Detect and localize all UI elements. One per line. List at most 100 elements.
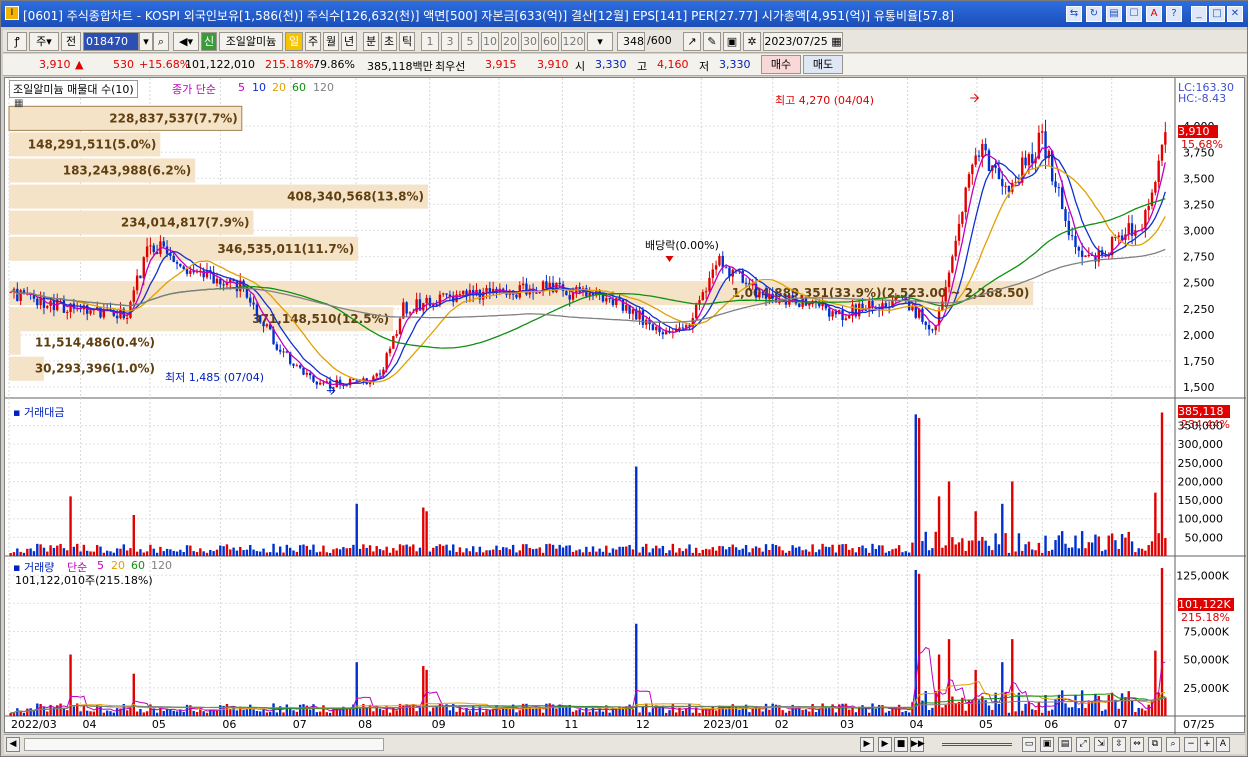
search-zoom-icon[interactable]: ⌕	[1166, 737, 1180, 752]
sell-button[interactable]: 매도	[803, 55, 843, 74]
candle-body	[694, 304, 698, 319]
zoom-in-icon[interactable]: +	[1200, 737, 1214, 752]
period-tick[interactable]: 틱	[399, 32, 415, 51]
period-year[interactable]: 년	[341, 32, 357, 51]
settings-icon[interactable]: ✲	[743, 32, 761, 51]
interval-10[interactable]: 10	[481, 32, 499, 51]
scroll-thumb[interactable]	[24, 738, 384, 751]
chart-canvas[interactable]: 2022/03 04 05 06 07 08 09 10 11 12 2023/01 02 03 04 05…	[5, 78, 1246, 734]
mode-select[interactable]: 주▾	[29, 32, 59, 51]
search-icon[interactable]: ⌕	[153, 32, 169, 51]
period-week[interactable]: 주	[305, 32, 321, 51]
candle-body	[485, 288, 488, 292]
interval-dropdown[interactable]: ▾	[587, 32, 613, 51]
quote-bar: 3,910 ▲ 530 +15.68% 101,122,010 215.18% …	[3, 54, 1247, 76]
amount-bar	[884, 552, 888, 556]
open-price: 3,330	[595, 58, 627, 71]
alert-icon[interactable]: A	[1146, 6, 1162, 22]
volume-bar	[22, 712, 26, 716]
help-icon[interactable]: ?	[1166, 6, 1182, 22]
grid-icon[interactable]: ▦	[14, 98, 23, 109]
speed-slider[interactable]	[942, 743, 1012, 746]
amount-bar	[977, 540, 981, 556]
interval-5[interactable]: 5	[461, 32, 479, 51]
new-badge[interactable]: 신	[201, 32, 217, 51]
buy-button[interactable]: 매수	[761, 55, 801, 74]
vol-ma-20: 20	[111, 559, 125, 572]
amount-bar	[714, 550, 718, 556]
close-button[interactable]: ✕	[1227, 6, 1243, 22]
scroll-bar[interactable]: ◀ ▶ ▶ ■ ▶▶ ▭ ▣ ▤ ⤢ ⇲ ⇳ ⇔ ⧉ ⌕ − + A	[4, 734, 1245, 754]
volume-bar	[674, 712, 678, 716]
vertical-fit-icon[interactable]: ⇳	[1112, 737, 1126, 752]
speaker-icon[interactable]: ◀▾	[173, 32, 199, 51]
amount-bar	[408, 546, 412, 556]
volume-bar	[368, 704, 372, 716]
amount-bar	[332, 549, 335, 556]
window-icon[interactable]: ☐	[1126, 6, 1142, 22]
chart-area[interactable]: 2022/03 04 05 06 07 08 09 10 11 12 2023/01 02 03 04 05…	[4, 77, 1246, 734]
play-icon[interactable]: ▶	[878, 737, 892, 752]
interval-60[interactable]: 60	[541, 32, 559, 51]
save-icon[interactable]: ▣	[723, 32, 741, 51]
date-input[interactable]: 2023/07/25 ▦	[763, 32, 843, 51]
volume-bar	[821, 703, 824, 716]
volume-bar	[26, 708, 29, 716]
prev-button[interactable]: 전	[61, 32, 81, 51]
volume-bar	[295, 711, 299, 716]
period-day[interactable]: 일	[285, 32, 303, 51]
vol-ma-120: 120	[151, 559, 172, 572]
amount-bar	[1060, 531, 1064, 556]
interval-1[interactable]: 1	[421, 32, 439, 51]
fit-icon[interactable]: ⇲	[1094, 737, 1108, 752]
fast-forward-icon[interactable]: ▶▶	[910, 737, 925, 752]
stock-code-input[interactable]: 018470	[83, 32, 139, 51]
volume-bar	[645, 703, 648, 716]
amount-bar	[355, 503, 358, 556]
amount-bar	[818, 549, 821, 556]
arrow-tool-icon[interactable]: ↗	[683, 32, 701, 51]
code-dropdown-icon[interactable]: ▾	[139, 32, 153, 51]
volume-bar	[412, 704, 415, 716]
stop-icon[interactable]: ■	[894, 737, 908, 752]
zoom-box2-icon[interactable]: ▣	[1040, 737, 1054, 752]
drawing-tool-icon[interactable]: ✎	[703, 32, 721, 51]
window-split-icon[interactable]: ⧉	[1148, 737, 1162, 752]
expand-icon[interactable]: ⤢	[1076, 737, 1090, 752]
candle-body	[961, 212, 964, 224]
font-icon[interactable]: A	[1216, 737, 1230, 752]
amount-ytick: 150,000	[1178, 494, 1224, 507]
zoom-out-icon[interactable]: −	[1184, 737, 1198, 752]
layout-icon[interactable]: ▤	[1058, 737, 1072, 752]
amount-bar	[1087, 542, 1091, 556]
volume-bar	[818, 709, 821, 716]
interval-120[interactable]: 120	[561, 32, 585, 51]
period-month[interactable]: 월	[323, 32, 339, 51]
amount-bar	[1024, 544, 1027, 556]
amount-bar	[718, 545, 721, 556]
xaxis-right-label: 07/25	[1183, 718, 1215, 731]
volume-bar	[664, 712, 668, 716]
scroll-right-icon[interactable]: ▶	[860, 737, 874, 752]
maximize-button[interactable]: □	[1209, 6, 1225, 22]
link-icon[interactable]: ⇆	[1066, 6, 1082, 22]
amount-bar	[415, 551, 418, 556]
print-icon[interactable]: ▤	[1106, 6, 1122, 22]
amount-bar	[212, 551, 215, 556]
interval-30[interactable]: 30	[521, 32, 539, 51]
amount-bar	[292, 550, 295, 556]
lock-icon[interactable]: ꝭ	[7, 32, 27, 51]
period-minute[interactable]: 분	[363, 32, 379, 51]
range-icon[interactable]: ⇔	[1130, 737, 1144, 752]
zoom-box-icon[interactable]: ▭	[1022, 737, 1036, 752]
count-input[interactable]: 348	[617, 32, 645, 51]
amount-bar	[1047, 550, 1051, 556]
refresh-icon[interactable]: ↻	[1086, 6, 1102, 22]
interval-20[interactable]: 20	[501, 32, 519, 51]
volume-bar	[99, 706, 102, 716]
interval-3[interactable]: 3	[441, 32, 459, 51]
period-second[interactable]: 초	[381, 32, 397, 51]
amount-bar	[308, 549, 312, 556]
scroll-left-icon[interactable]: ◀	[6, 737, 20, 752]
minimize-button[interactable]: _	[1191, 6, 1207, 22]
